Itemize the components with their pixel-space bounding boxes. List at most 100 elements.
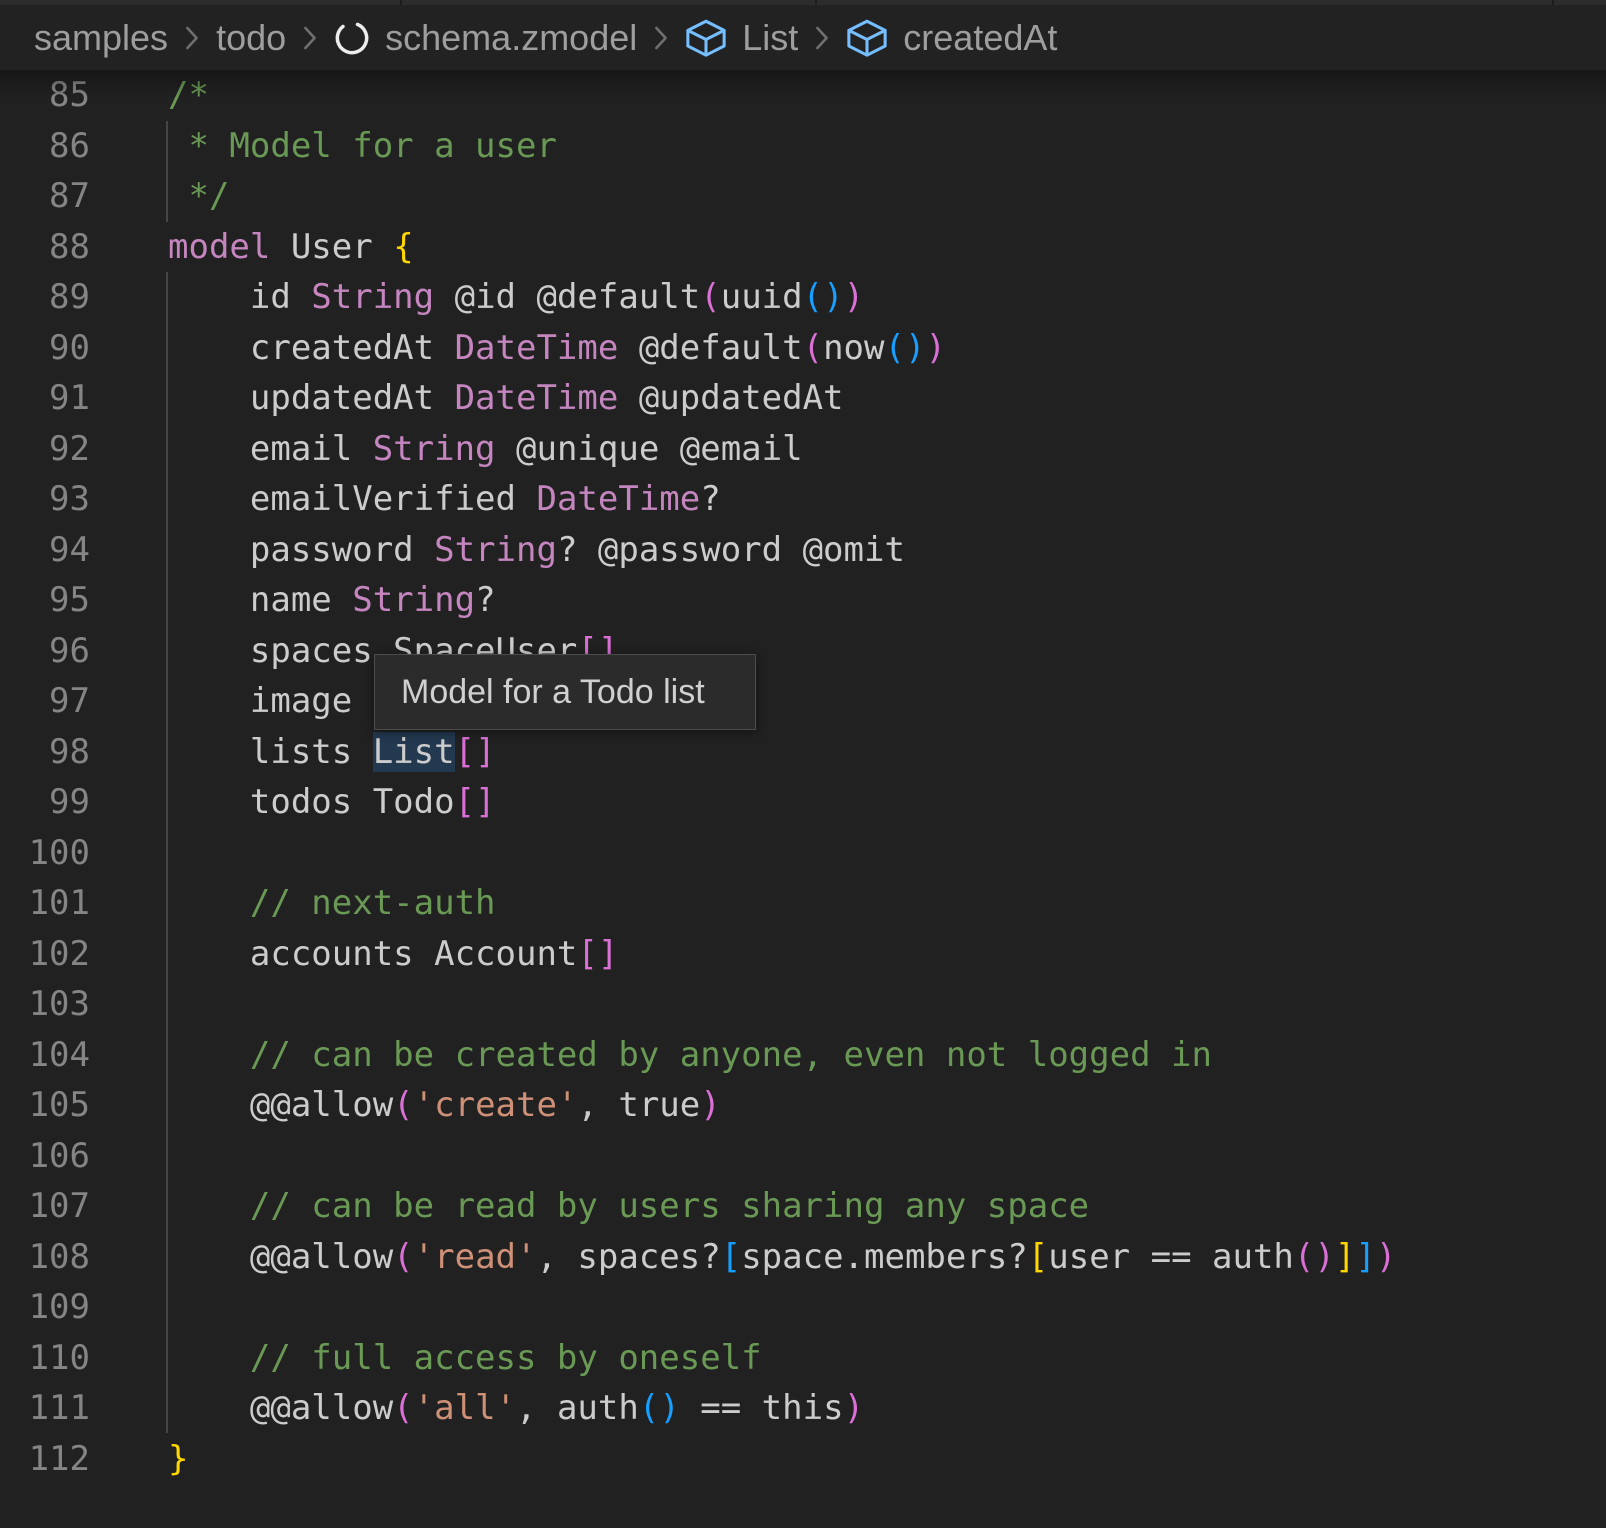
code-line[interactable]: 109 — [0, 1282, 1606, 1333]
code-line[interactable]: 91 updatedAt DateTime @updatedAt — [0, 373, 1606, 424]
code-line[interactable]: 88model User { — [0, 222, 1606, 273]
code-token: todos Todo — [168, 782, 455, 822]
line-number[interactable]: 109 — [0, 1282, 90, 1333]
breadcrumb-item-List[interactable]: List — [742, 17, 798, 59]
line-number[interactable]: 107 — [0, 1181, 90, 1232]
code-line[interactable]: 94 password String? @password @omit — [0, 525, 1606, 576]
code-text: */ — [90, 171, 1606, 222]
code-line[interactable]: 112} — [0, 1434, 1606, 1485]
line-number[interactable]: 106 — [0, 1131, 90, 1182]
line-number[interactable]: 100 — [0, 828, 90, 879]
code-line[interactable]: 101 // next-auth — [0, 878, 1606, 929]
code-token: { — [393, 227, 413, 267]
breadcrumb-separator-icon — [650, 23, 672, 53]
line-number[interactable]: 91 — [0, 373, 90, 424]
code-token: ) — [925, 328, 945, 368]
line-number[interactable]: 88 — [0, 222, 90, 273]
line-number[interactable]: 108 — [0, 1232, 90, 1283]
line-number[interactable]: 90 — [0, 323, 90, 374]
code-text: emailVerified DateTime? — [90, 474, 1606, 525]
line-number[interactable]: 85 — [0, 70, 90, 121]
code-token: , auth — [516, 1388, 639, 1428]
code-line[interactable]: 100 — [0, 828, 1606, 879]
code-line[interactable]: 85/* — [0, 70, 1606, 121]
breadcrumb-item-todo[interactable]: todo — [216, 17, 286, 59]
line-number[interactable]: 105 — [0, 1080, 90, 1131]
breadcrumb[interactable]: samples todo schema.zmodel List createdAt — [0, 5, 1606, 70]
line-number[interactable]: 104 — [0, 1030, 90, 1081]
code-line[interactable]: 111 @@allow('all', auth() == this) — [0, 1383, 1606, 1434]
code-text: // can be read by users sharing any spac… — [90, 1181, 1606, 1232]
code-editor[interactable]: 85/*86 * Model for a user87 */88model Us… — [0, 70, 1606, 1528]
line-number[interactable]: 110 — [0, 1333, 90, 1384]
code-token: , spaces? — [536, 1237, 720, 1277]
code-line[interactable]: 92 email String @unique @email — [0, 424, 1606, 475]
code-token: uuid — [721, 277, 803, 317]
code-token: ? — [700, 479, 720, 519]
code-line[interactable]: 106 — [0, 1131, 1606, 1182]
line-number[interactable]: 86 — [0, 121, 90, 172]
line-number[interactable]: 89 — [0, 272, 90, 323]
code-line[interactable]: 90 createdAt DateTime @default(now()) — [0, 323, 1606, 374]
line-number[interactable]: 103 — [0, 979, 90, 1030]
code-line[interactable]: 98 lists List[] — [0, 727, 1606, 778]
code-token: () — [639, 1388, 680, 1428]
hover-tooltip: Model for a Todo list — [374, 654, 756, 730]
code-token: ) — [844, 1388, 864, 1428]
code-text: model User { — [90, 222, 1606, 273]
symbol-model-cube-icon — [844, 17, 890, 59]
code-line[interactable]: 104 // can be created by anyone, even no… — [0, 1030, 1606, 1081]
code-line[interactable]: 99 todos Todo[] — [0, 777, 1606, 828]
code-line[interactable]: 108 @@allow('read', spaces?[space.member… — [0, 1232, 1606, 1283]
line-number[interactable]: 96 — [0, 626, 90, 677]
code-line[interactable]: 86 * Model for a user — [0, 121, 1606, 172]
symbol-model-cube-icon — [683, 17, 729, 59]
code-token: 'read' — [414, 1237, 537, 1277]
breadcrumb-item-samples[interactable]: samples — [34, 17, 168, 59]
code-text: /* — [90, 70, 1606, 121]
code-token: createdAt — [168, 328, 455, 368]
code-line[interactable]: 102 accounts Account[] — [0, 929, 1606, 980]
code-token: [] — [455, 732, 496, 772]
breadcrumb-separator-icon — [299, 23, 321, 53]
code-token: model — [168, 227, 270, 267]
code-token: @@allow — [168, 1237, 393, 1277]
code-line[interactable]: 105 @@allow('create', true) — [0, 1080, 1606, 1131]
breadcrumb-item-schema.zmodel[interactable]: schema.zmodel — [385, 17, 637, 59]
line-number[interactable]: 101 — [0, 878, 90, 929]
code-line[interactable]: 110 // full access by oneself — [0, 1333, 1606, 1384]
line-number[interactable]: 102 — [0, 929, 90, 980]
code-text: image String? — [90, 676, 1606, 727]
line-number[interactable]: 99 — [0, 777, 90, 828]
line-number[interactable]: 112 — [0, 1434, 90, 1485]
code-line[interactable]: 103 — [0, 979, 1606, 1030]
line-number[interactable]: 93 — [0, 474, 90, 525]
code-text: // next-auth — [90, 878, 1606, 929]
line-number[interactable]: 94 — [0, 525, 90, 576]
code-line[interactable]: 97 image String? — [0, 676, 1606, 727]
code-token: ( — [393, 1388, 413, 1428]
line-number[interactable]: 95 — [0, 575, 90, 626]
code-line[interactable]: 93 emailVerified DateTime? — [0, 474, 1606, 525]
code-text: password String? @password @omit — [90, 525, 1606, 576]
code-line[interactable]: 107 // can be read by users sharing any … — [0, 1181, 1606, 1232]
line-number[interactable]: 98 — [0, 727, 90, 778]
code-text — [90, 979, 1606, 1030]
breadcrumb-item-createdAt[interactable]: createdAt — [903, 17, 1057, 59]
breadcrumb-separator-icon — [181, 23, 203, 53]
code-text: createdAt DateTime @default(now()) — [90, 323, 1606, 374]
line-number[interactable]: 92 — [0, 424, 90, 475]
line-number[interactable]: 111 — [0, 1383, 90, 1434]
line-number[interactable]: 97 — [0, 676, 90, 727]
code-line[interactable]: 87 */ — [0, 171, 1606, 222]
code-text: id String @id @default(uuid()) — [90, 272, 1606, 323]
code-text: @@allow('create', true) — [90, 1080, 1606, 1131]
code-token: ] — [1355, 1237, 1375, 1277]
code-text: accounts Account[] — [90, 929, 1606, 980]
line-number[interactable]: 87 — [0, 171, 90, 222]
code-token: ] — [1335, 1237, 1355, 1277]
code-line[interactable]: 96 spaces SpaceUser[] — [0, 626, 1606, 677]
code-line[interactable]: 89 id String @id @default(uuid()) — [0, 272, 1606, 323]
code-line[interactable]: 95 name String? — [0, 575, 1606, 626]
code-token: DateTime — [536, 479, 700, 519]
